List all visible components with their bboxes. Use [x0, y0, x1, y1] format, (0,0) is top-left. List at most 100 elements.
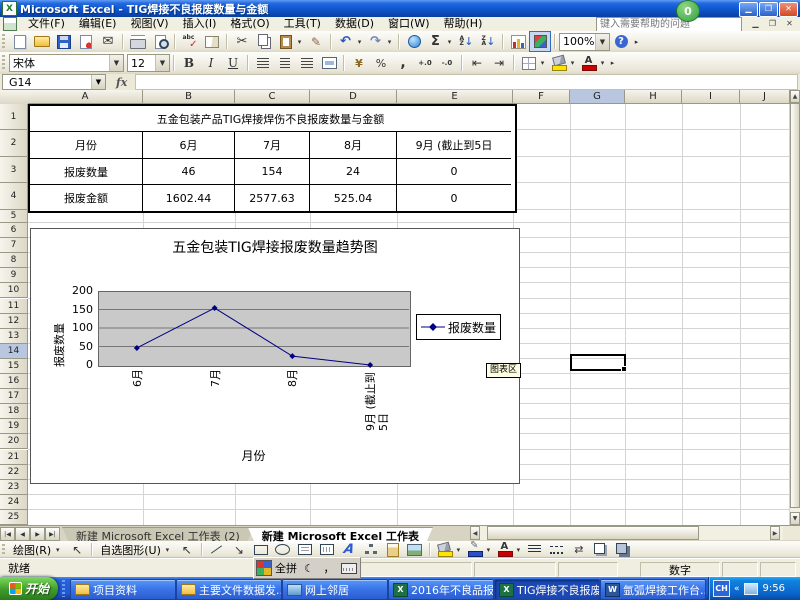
3d-style-button[interactable]: [612, 539, 634, 560]
workbook-restore-button[interactable]: ❐: [765, 18, 780, 30]
cells-area[interactable]: 五金包装产品TIG焊接焊伤不良报废数量与金额月份6月7月8月9月 (截止到5日报…: [28, 104, 790, 525]
taskbar-task-2[interactable]: 网上邻居: [282, 579, 388, 600]
row-header-23[interactable]: 23: [0, 480, 28, 495]
column-header-H[interactable]: H: [625, 90, 682, 104]
font-name-combobox[interactable]: 宋体▼: [9, 54, 124, 72]
first-sheet-icon[interactable]: |◀: [0, 527, 15, 541]
selected-cell[interactable]: [570, 354, 626, 371]
align-center-button[interactable]: [274, 53, 296, 74]
select-all-corner[interactable]: [0, 90, 29, 105]
sort-ascending-button[interactable]: [455, 31, 477, 52]
row-header-22[interactable]: 22: [0, 465, 28, 480]
row-header-21[interactable]: 21: [0, 450, 28, 465]
language-indicator[interactable]: CH: [713, 580, 730, 597]
zoom-combobox[interactable]: 100%▼: [559, 33, 610, 51]
taskbar-task-1[interactable]: 主要文件数据发...: [176, 579, 282, 600]
permission-button[interactable]: [75, 31, 97, 52]
taskbar-task-4[interactable]: XTIG焊接不良报废...: [494, 579, 600, 600]
autoshapes-menu-button[interactable]: 自选图形(U)▾: [96, 542, 176, 557]
copy-button[interactable]: [253, 31, 275, 52]
row-header-16[interactable]: 16: [0, 374, 28, 389]
vertical-scroll-thumb[interactable]: [790, 103, 800, 508]
underline-button[interactable]: [222, 53, 244, 74]
row-header-19[interactable]: 19: [0, 419, 28, 434]
decrease-decimal-button[interactable]: [436, 53, 458, 74]
line-style-button[interactable]: [524, 539, 546, 560]
toolbar-drag-handle[interactable]: [2, 55, 5, 70]
row-header-10[interactable]: 10: [0, 283, 28, 298]
scroll-left-icon[interactable]: ◀: [470, 526, 480, 540]
horizontal-scrollbar[interactable]: ◀ ▶: [470, 526, 783, 540]
workbook-icon[interactable]: [3, 17, 17, 31]
increase-indent-button[interactable]: [488, 53, 510, 74]
start-button[interactable]: 开始: [0, 577, 58, 600]
chart-wizard-button[interactable]: [507, 31, 529, 52]
last-sheet-icon[interactable]: ▶|: [45, 527, 60, 541]
row-header-12[interactable]: 12: [0, 314, 28, 329]
column-header-C[interactable]: C: [235, 90, 310, 104]
scroll-down-icon[interactable]: ▼: [790, 512, 800, 525]
dash-style-button[interactable]: [546, 539, 568, 560]
line-button[interactable]: [206, 539, 228, 560]
taskbar-task-5[interactable]: W氩弧焊接工作台...: [600, 579, 706, 600]
font-color-button[interactable]: ▾: [494, 539, 524, 560]
workbook-close-button[interactable]: ✕: [782, 18, 797, 30]
column-header-B[interactable]: B: [143, 90, 235, 104]
decrease-indent-button[interactable]: [466, 53, 488, 74]
ime-logo-icon[interactable]: [256, 560, 272, 576]
toolbar-options-icon[interactable]: ▸: [608, 59, 617, 67]
arrow-style-button[interactable]: [568, 539, 590, 560]
row-header-8[interactable]: 8: [0, 253, 28, 268]
help-button[interactable]: [610, 31, 632, 52]
row-header-9[interactable]: 9: [0, 268, 28, 283]
row-header-20[interactable]: 20: [0, 434, 28, 449]
print-preview-button[interactable]: [149, 31, 171, 52]
row-header-13[interactable]: 13: [0, 329, 28, 344]
spelling-button[interactable]: [179, 31, 201, 52]
format-painter-button[interactable]: [305, 31, 327, 52]
ime-mode[interactable]: 全拼: [274, 559, 298, 577]
row-header-11[interactable]: 11: [0, 299, 28, 314]
research-button[interactable]: [201, 31, 223, 52]
email-button[interactable]: [97, 31, 119, 52]
line-color-button[interactable]: ▾: [464, 539, 494, 560]
toolbar-drag-handle[interactable]: [2, 34, 5, 49]
name-box[interactable]: G14 ▼: [2, 74, 106, 90]
menu-item-7[interactable]: 窗口(W): [381, 17, 436, 31]
arrow-button[interactable]: [228, 539, 250, 560]
currency-button[interactable]: [348, 53, 370, 74]
row-header-6[interactable]: 6: [0, 223, 28, 238]
menu-item-0[interactable]: 文件(F): [21, 17, 72, 31]
name-box-dropdown-icon[interactable]: ▼: [91, 75, 105, 89]
font-color-button[interactable]: ▾: [578, 53, 608, 74]
redo-button[interactable]: ▾: [365, 31, 395, 52]
row-header-7[interactable]: 7: [0, 238, 28, 253]
new-document-button[interactable]: [9, 31, 31, 52]
drawing-button[interactable]: [529, 31, 551, 52]
taskbar-task-0[interactable]: 项目资料: [70, 579, 176, 600]
open-button[interactable]: [31, 31, 53, 52]
menu-item-5[interactable]: 工具(T): [277, 17, 328, 31]
column-header-E[interactable]: E: [397, 90, 513, 104]
align-right-button[interactable]: [296, 53, 318, 74]
select-objects-button[interactable]: [66, 539, 88, 560]
column-header-G[interactable]: G: [570, 90, 625, 104]
dropdown-arrow-icon[interactable]: ▼: [595, 34, 609, 50]
chart-legend[interactable]: 报废数量: [416, 314, 501, 340]
row-header-24[interactable]: 24: [0, 495, 28, 510]
paste-button[interactable]: ▾: [275, 31, 305, 52]
bold-button[interactable]: [178, 53, 200, 74]
horizontal-scroll-thumb[interactable]: [487, 526, 699, 540]
row-header-14[interactable]: 14: [0, 344, 28, 359]
column-header-A[interactable]: A: [28, 90, 143, 104]
fill-handle[interactable]: [621, 366, 627, 372]
embedded-chart[interactable]: 五金包装TIG焊接报废数量趋势图 报废数量0501001502006月7月8月9…: [30, 228, 520, 484]
font-size-combobox[interactable]: 12▼: [127, 54, 170, 72]
row-header-15[interactable]: 15: [0, 359, 28, 374]
comma-button[interactable]: [392, 53, 414, 74]
network-tray-icon[interactable]: [744, 583, 758, 595]
taskbar-task-3[interactable]: X2016年不良品报...: [388, 579, 494, 600]
menu-item-2[interactable]: 视图(V): [123, 17, 175, 31]
draw-menu-button[interactable]: 绘图(R)▾: [9, 542, 66, 557]
sort-descending-button[interactable]: [477, 31, 499, 52]
